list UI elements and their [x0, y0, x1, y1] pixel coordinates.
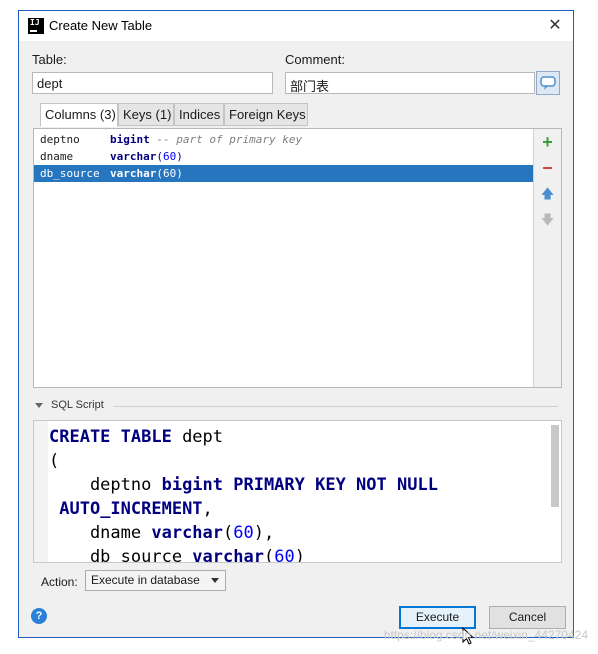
column-type-name: bigint	[110, 133, 150, 146]
column-type: varchar(60)	[110, 150, 183, 163]
cancel-button[interactable]: Cancel	[489, 606, 566, 629]
move-down-icon[interactable]: 🡇	[534, 209, 561, 231]
editor-gutter	[34, 421, 48, 562]
divider	[113, 406, 558, 407]
sql-script-editor[interactable]: CREATE TABLE dept ( deptno bigint PRIMARY…	[33, 420, 562, 563]
column-size: 60	[162, 167, 177, 180]
sql-code: CREATE TABLE dept ( deptno bigint PRIMARY…	[49, 425, 438, 563]
action-select[interactable]: Execute in database	[85, 570, 226, 591]
column-name: deptno	[40, 133, 80, 146]
column-name: db_source	[40, 167, 100, 180]
sql-line-1: CREATE TABLE dept	[49, 427, 224, 447]
create-table-dialog: IJ Create New Table ✕ Table: dept Commen…	[18, 10, 574, 638]
column-row[interactable]: dname varchar(60)	[34, 148, 534, 165]
columns-toolbar: + − 🡅 🡇	[533, 129, 561, 387]
column-type: bigint -- part of primary key	[110, 131, 302, 148]
title-bar[interactable]: IJ Create New Table ✕	[19, 11, 573, 41]
sql-line-5: dname varchar(60),	[49, 523, 275, 543]
action-selected-value: Execute in database	[91, 573, 200, 587]
sql-script-header[interactable]: SQL Script	[35, 399, 558, 411]
column-type: varchar(60)	[110, 167, 183, 180]
column-size: 60	[162, 150, 177, 163]
add-column-icon[interactable]: +	[534, 131, 561, 153]
sql-line-4: AUTO_INCREMENT,	[59, 499, 213, 519]
sql-line-6: db_source varchar(60)	[49, 547, 305, 563]
speech-bubble-icon	[540, 76, 556, 90]
action-label: Action:	[41, 575, 78, 589]
remove-column-icon[interactable]: −	[534, 157, 561, 179]
tab-keys[interactable]: Keys (1)	[118, 103, 174, 126]
sql-line-2: (	[49, 451, 60, 471]
table-name-field[interactable]: dept	[32, 72, 273, 94]
sql-script-label: SQL Script	[51, 399, 104, 411]
window-title: Create New Table	[49, 18, 153, 33]
column-type-name: varchar	[110, 150, 157, 163]
intellij-logo-icon: IJ	[28, 18, 44, 34]
move-up-icon[interactable]: 🡅	[534, 183, 561, 205]
column-name: dname	[40, 150, 74, 163]
column-row[interactable]: deptno bigint -- part of primary key	[34, 131, 534, 148]
sql-scrollbar[interactable]	[551, 425, 559, 507]
columns-panel: deptno bigint -- part of primary key dna…	[33, 128, 562, 388]
watermark: https://blog.csdn.net/weixin_44270424	[383, 628, 588, 642]
tab-foreign-keys[interactable]: Foreign Keys	[224, 103, 308, 126]
chevron-down-icon	[211, 578, 219, 583]
comment-field[interactable]: 部门表	[285, 72, 535, 94]
tab-columns[interactable]: Columns (3)	[40, 103, 118, 127]
collapse-triangle-icon	[35, 402, 43, 408]
comment-label: Comment:	[285, 52, 345, 67]
table-label: Table:	[32, 52, 67, 67]
help-button[interactable]: ?	[31, 608, 47, 624]
column-type-name: varchar	[110, 167, 157, 180]
sql-line-3: deptno bigint PRIMARY KEY NOT NULL	[49, 475, 438, 495]
column-comment: -- part of primary key	[156, 133, 303, 146]
execute-button[interactable]: Execute	[399, 606, 476, 629]
columns-list: deptno bigint -- part of primary key dna…	[34, 129, 534, 387]
comment-editor-button[interactable]	[536, 71, 560, 95]
close-button[interactable]: ✕	[543, 14, 567, 38]
tab-indices[interactable]: Indices	[174, 103, 224, 126]
column-row-selected[interactable]: db_source varchar(60)	[34, 165, 534, 182]
